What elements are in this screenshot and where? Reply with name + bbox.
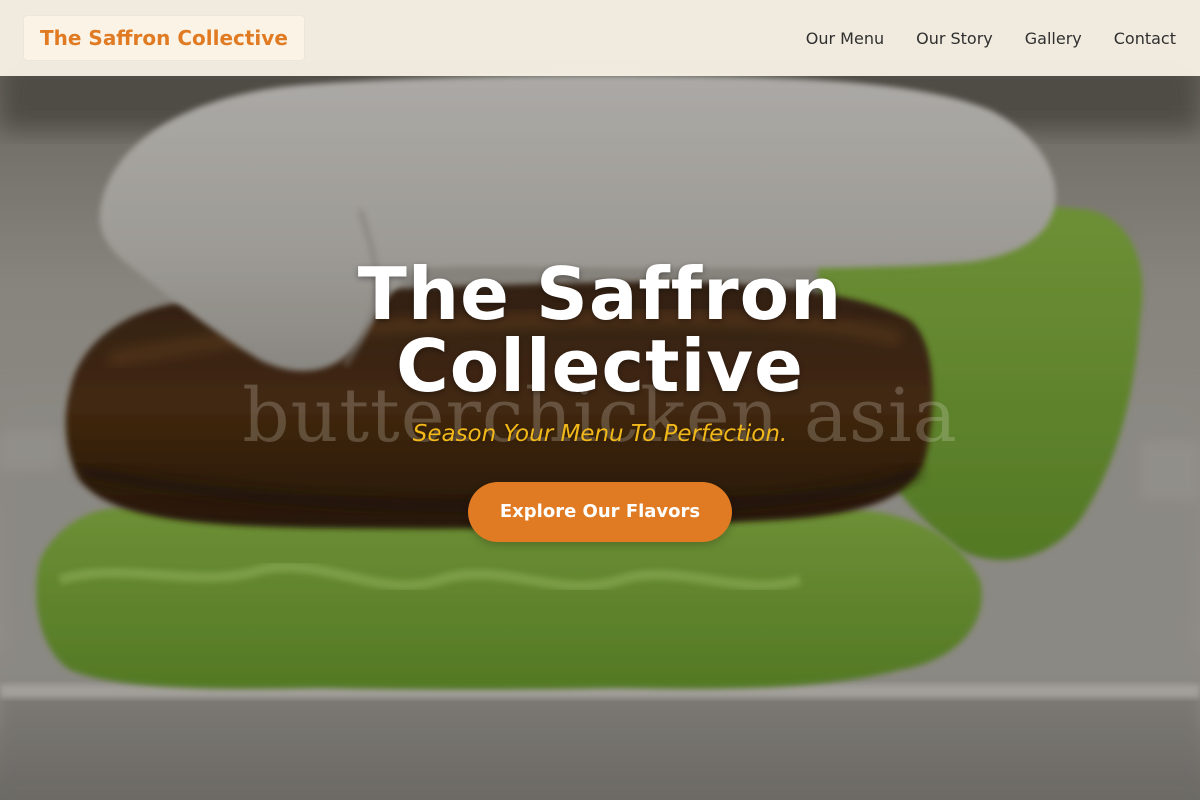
hero-section: butterchicken asia The Saffron Collectiv…	[0, 0, 1200, 800]
top-navbar: The Saffron Collective Our Menu Our Stor…	[0, 0, 1200, 76]
nav-link-gallery[interactable]: Gallery	[1025, 29, 1082, 48]
landing-page: The Saffron Collective Our Menu Our Stor…	[0, 0, 1200, 800]
brand-logo-link[interactable]: The Saffron Collective	[24, 16, 304, 60]
nav-link-our-menu[interactable]: Our Menu	[806, 29, 884, 48]
hero-title-line-2: Collective	[395, 324, 805, 408]
nav-link-our-story[interactable]: Our Story	[916, 29, 993, 48]
hero-tagline: Season Your Menu To Perfection.	[412, 421, 788, 447]
hero-title-line-1: The Saffron	[357, 252, 843, 336]
nav-link-contact[interactable]: Contact	[1114, 29, 1176, 48]
explore-flavors-button[interactable]: Explore Our Flavors	[468, 482, 732, 542]
hero-title: The Saffron Collective	[0, 258, 1200, 402]
primary-nav: Our Menu Our Story Gallery Contact	[806, 0, 1176, 76]
